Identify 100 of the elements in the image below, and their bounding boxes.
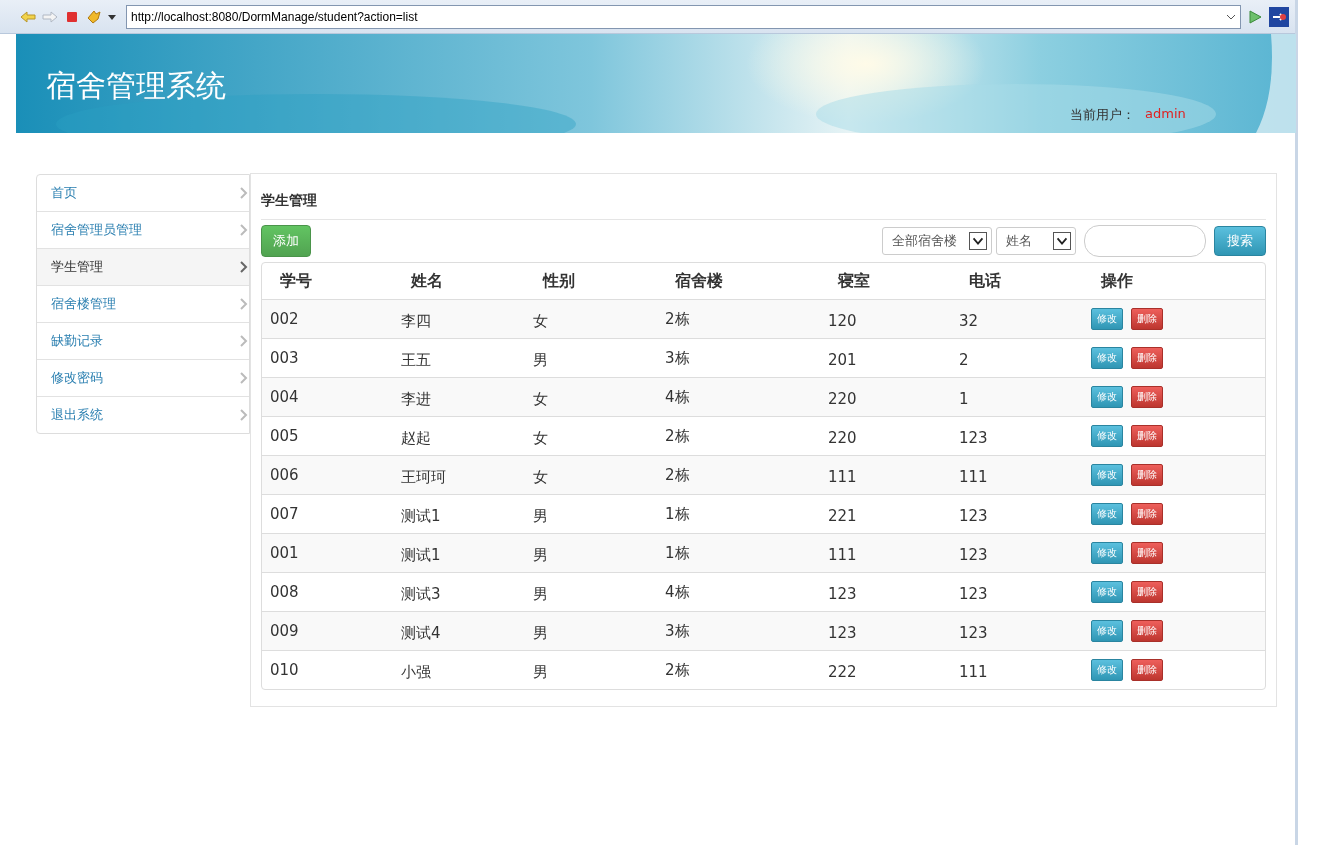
table-cell: 2栋 — [665, 426, 690, 445]
table-cell: 赵起 — [401, 428, 431, 447]
go-icon[interactable] — [1247, 8, 1263, 25]
table-cell: 123 — [828, 624, 857, 642]
sidebar-item[interactable]: 学生管理 — [37, 249, 249, 286]
table-cell: 007 — [270, 505, 299, 523]
table-cell: 003 — [270, 349, 299, 367]
table-cell: 123 — [828, 585, 857, 603]
edit-button[interactable]: 修改 — [1091, 620, 1123, 642]
table-cell: 120 — [828, 312, 857, 330]
edit-button[interactable]: 修改 — [1091, 503, 1123, 525]
chevron-icon — [240, 187, 248, 199]
table-cell: 男 — [533, 545, 548, 564]
search-button[interactable]: 搜索 — [1214, 226, 1266, 256]
table-cell: 111 — [959, 663, 988, 681]
table-cell: 王五 — [401, 350, 431, 369]
edit-button[interactable]: 修改 — [1091, 542, 1123, 564]
address-field[interactable]: http://localhost:8080/DormManage/student?action=list — [126, 4, 1241, 29]
sidebar-item[interactable]: 缺勤记录 — [37, 323, 249, 360]
table-cell: 男 — [533, 662, 548, 681]
table-cell: 女 — [533, 467, 548, 486]
edit-button[interactable]: 修改 — [1091, 347, 1123, 369]
user-label: 当前用户： — [1070, 106, 1135, 124]
chevron-icon — [240, 298, 248, 310]
column-header: 电话 — [968, 270, 1002, 292]
edit-button[interactable]: 修改 — [1091, 659, 1123, 681]
sidebar-item[interactable]: 宿舍楼管理 — [37, 286, 249, 323]
chevron-icon — [240, 335, 248, 347]
table-cell: 009 — [270, 622, 299, 640]
table-cell: 123 — [959, 546, 988, 564]
table-cell: 测试3 — [401, 584, 441, 603]
column-header: 宿舍楼 — [674, 270, 724, 292]
table-cell: 123 — [959, 507, 988, 525]
table-cell: 111 — [828, 546, 857, 564]
edit-button[interactable]: 修改 — [1091, 386, 1123, 408]
table-cell: 女 — [533, 389, 548, 408]
search-field[interactable] — [1084, 225, 1206, 257]
table-cell: 李进 — [401, 389, 431, 408]
table-cell: 2栋 — [665, 465, 690, 484]
user-name: admin — [1145, 106, 1186, 123]
edit-button[interactable]: 修改 — [1091, 308, 1123, 330]
panel-title: 学生管理 — [261, 182, 1266, 220]
table-cell: 221 — [828, 507, 857, 525]
table-cell: 3栋 — [665, 348, 690, 367]
edit-button[interactable]: 修改 — [1091, 464, 1123, 486]
back-icon[interactable] — [20, 8, 36, 25]
delete-button[interactable]: 删除 — [1131, 542, 1163, 564]
table-cell: 男 — [533, 584, 548, 603]
table-cell: 111 — [959, 468, 988, 486]
caret-icon[interactable] — [1226, 12, 1236, 21]
caret-icon[interactable] — [969, 232, 987, 250]
table-cell: 2栋 — [665, 660, 690, 679]
sidebar-item[interactable]: 修改密码 — [37, 360, 249, 397]
table-cell: 女 — [533, 428, 548, 447]
building-select[interactable]: 全部宿舍楼 — [882, 227, 992, 255]
delete-button[interactable]: 删除 — [1131, 386, 1163, 408]
table-cell: 李四 — [401, 311, 431, 330]
table-cell: 王珂珂 — [401, 467, 446, 486]
table-cell: 010 — [270, 661, 299, 679]
table-cell: 男 — [533, 623, 548, 642]
column-header: 姓名 — [409, 270, 444, 292]
table-cell: 111 — [828, 468, 857, 486]
delete-button[interactable]: 删除 — [1131, 308, 1163, 330]
edit-button[interactable]: 修改 — [1091, 425, 1123, 447]
chevron-icon — [240, 261, 248, 273]
table-cell: 1栋 — [665, 543, 690, 562]
table-cell: 2栋 — [665, 309, 690, 328]
table-cell: 测试1 — [401, 506, 441, 525]
table-cell: 小强 — [401, 662, 431, 681]
table-cell: 002 — [270, 310, 299, 328]
table-cell: 4栋 — [665, 582, 690, 601]
table-cell: 123 — [959, 624, 988, 642]
table-cell: 测试4 — [401, 623, 441, 642]
table-cell: 008 — [270, 583, 299, 601]
delete-button[interactable]: 删除 — [1131, 581, 1163, 603]
table-cell: 3栋 — [665, 621, 690, 640]
delete-button[interactable]: 删除 — [1131, 425, 1163, 447]
edit-button[interactable]: 修改 — [1091, 581, 1123, 603]
caret-icon[interactable] — [1053, 232, 1071, 250]
delete-button[interactable]: 删除 — [1131, 347, 1163, 369]
table-cell: 005 — [270, 427, 299, 445]
exit-icon[interactable] — [1269, 6, 1289, 27]
column-header: 学号 — [279, 270, 313, 292]
table-cell: 男 — [533, 350, 548, 369]
delete-button[interactable]: 删除 — [1131, 659, 1163, 681]
table-cell: 男 — [533, 506, 548, 525]
refresh-icon[interactable] — [86, 8, 102, 25]
sidebar-item[interactable]: 退出系统 — [37, 397, 249, 433]
add-button[interactable]: 添加 — [261, 225, 311, 257]
table-cell: 006 — [270, 466, 299, 484]
chevron-icon — [240, 224, 248, 236]
table-cell: 4栋 — [665, 387, 690, 406]
table-cell: 001 — [270, 544, 299, 562]
delete-button[interactable]: 删除 — [1131, 464, 1163, 486]
delete-button[interactable]: 删除 — [1131, 620, 1163, 642]
sidebar-item[interactable]: 首页 — [37, 175, 249, 212]
field-select[interactable]: 姓名 — [996, 227, 1076, 255]
chevron-icon — [240, 372, 248, 384]
table-cell: 220 — [828, 429, 857, 447]
delete-button[interactable]: 删除 — [1131, 503, 1163, 525]
